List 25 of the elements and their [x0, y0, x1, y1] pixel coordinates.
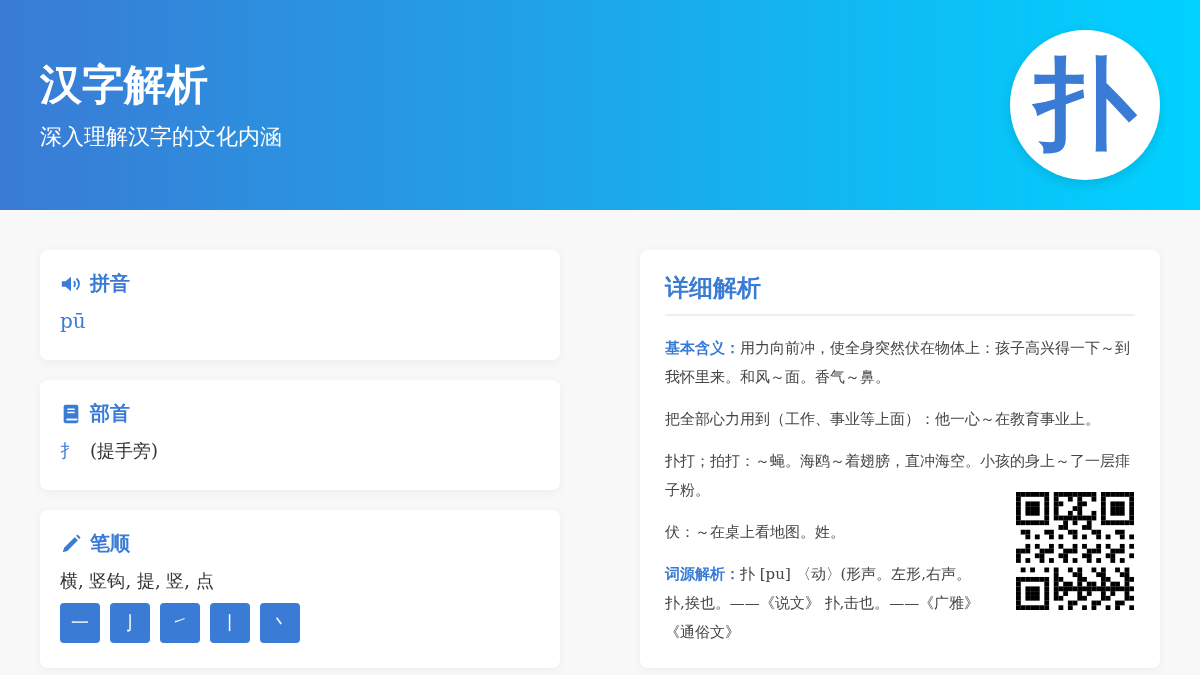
- etymology-text: 扑,挨也。——《说文》 扑,击也。——《广雅》: [665, 593, 980, 614]
- detail-title: 详细解析: [665, 272, 1135, 316]
- card-title: 笔顺: [90, 530, 130, 557]
- stroke-button[interactable]: 丨: [210, 603, 250, 643]
- etymology-text: 《通俗文》: [665, 622, 740, 643]
- pinyin-text: pū: [60, 309, 87, 333]
- stroke-button[interactable]: 一: [60, 603, 100, 643]
- pencil-icon: [60, 532, 82, 555]
- stroke-button[interactable]: ㇀: [160, 603, 200, 643]
- definition-text: 扑打；拍打：～蝇。海鸥～着翅膀，直冲海空。小孩的身上～了一层痱子粉。: [665, 451, 1131, 501]
- definition-text: 基本含义：用力向前冲，使全身突然伏在物体上：孩子高兴得一下～到我怀里来。和风～面。香气～鼻。: [665, 338, 1131, 388]
- page-title: 汉字解析: [40, 61, 209, 109]
- etymology-label: 词源解析：: [665, 564, 740, 585]
- page-subtitle: 深入理解汉字的文化内涵: [40, 123, 282, 152]
- card-title: 部首: [90, 400, 130, 427]
- stroke-button[interactable]: 丶: [260, 603, 300, 643]
- character-badge: 扑: [1010, 30, 1160, 180]
- radical-name: (提手旁): [90, 439, 159, 463]
- definition-text: 伏：～在桌上看地图。姓。: [665, 522, 846, 543]
- etymology-text: 扑 [pu] 〈动〉(形声。左形,右声。: [740, 564, 972, 585]
- stroke-button[interactable]: 亅: [110, 603, 150, 643]
- stroke-sequence: 横, 竖钩, 提, 竖, 点: [60, 569, 215, 593]
- card-title: 拼音: [90, 270, 130, 297]
- definition-text: 把全部心力用到（工作、事业等上面）：他一心～在教育事业上。: [665, 409, 1101, 430]
- radical-character: 扌: [60, 439, 78, 463]
